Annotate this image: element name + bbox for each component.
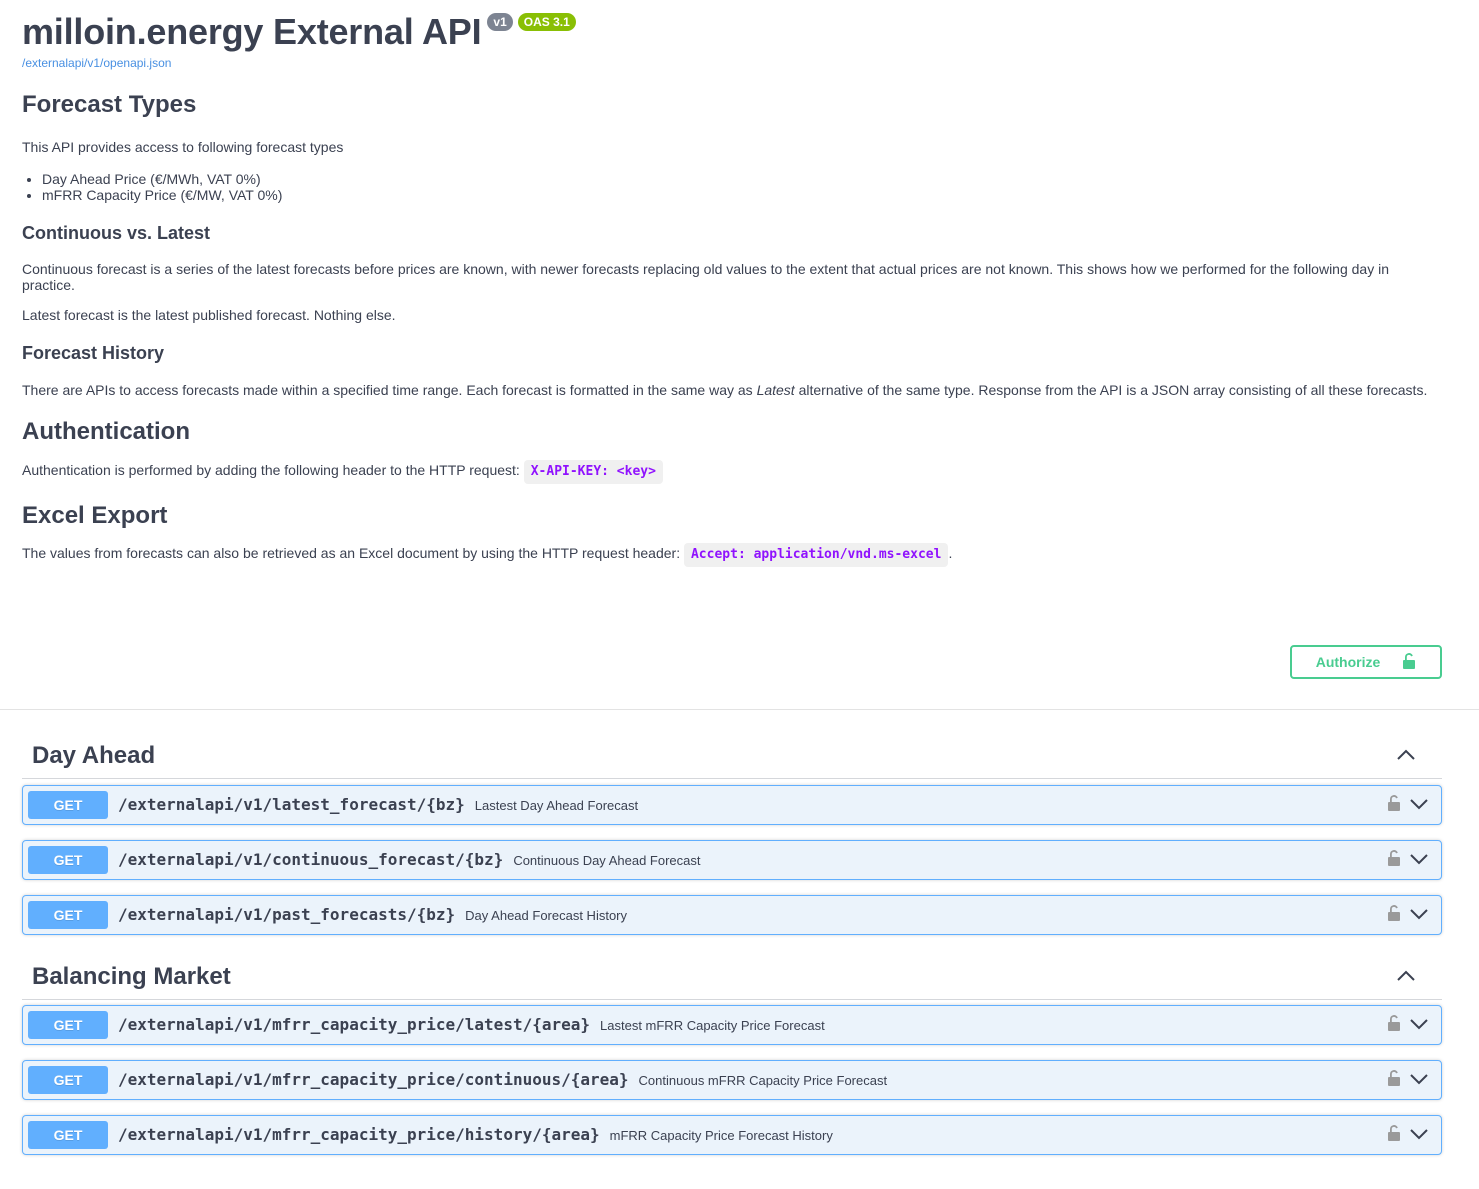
api-key-header-code: X-API-KEY: <key> xyxy=(523,460,663,484)
operation-summary: Day Ahead Forecast History xyxy=(465,908,628,923)
operation-summary: Continuous Day Ahead Forecast xyxy=(513,853,701,868)
method-badge: GET xyxy=(28,846,108,874)
operation-get-latest-forecast[interactable]: GET /externalapi/v1/latest_forecast/{bz}… xyxy=(22,785,1442,825)
forecast-types-heading: Forecast Types xyxy=(22,91,197,118)
chevron-up-icon[interactable] xyxy=(1396,968,1416,986)
page-title: milloin.energy External API xyxy=(22,11,482,52)
oas-badge: OAS 3.1 xyxy=(517,13,576,31)
path-text: /externalapi/v1/mfrr_capacity_price/late… xyxy=(118,1015,591,1034)
operation-get-mfrr-continuous[interactable]: GET /externalapi/v1/mfrr_capacity_price/… xyxy=(22,1060,1442,1100)
operation-get-continuous-forecast[interactable]: GET /externalapi/v1/continuous_forecast/… xyxy=(22,840,1442,880)
accept-header-code: Accept: application/vnd.ms-excel xyxy=(683,543,949,567)
operation-path: /externalapi/v1/mfrr_capacity_price/hist… xyxy=(118,1125,833,1144)
operation-summary: Continuous mFRR Capacity Price Forecast xyxy=(638,1073,888,1088)
lock-icon[interactable] xyxy=(1387,1069,1401,1092)
operation-summary: mFRR Capacity Price Forecast History xyxy=(609,1128,833,1143)
method-badge: GET xyxy=(28,791,108,819)
tag-title: Balancing Market xyxy=(32,963,231,990)
method-badge: GET xyxy=(28,1011,108,1039)
section-divider xyxy=(0,709,1479,710)
operation-path: /externalapi/v1/mfrr_capacity_price/late… xyxy=(118,1015,825,1034)
history-text-emphasis: Latest xyxy=(756,382,795,398)
chevron-down-icon[interactable] xyxy=(1409,1127,1429,1145)
list-item: Day Ahead Price (€/MWh, VAT 0%) xyxy=(42,171,282,187)
operation-path: /externalapi/v1/mfrr_capacity_price/cont… xyxy=(118,1070,887,1089)
operation-path: /externalapi/v1/past_forecasts/{bz} Day A… xyxy=(118,905,627,924)
continuous-heading: Continuous vs. Latest xyxy=(22,223,211,243)
forecast-types-list: Day Ahead Price (€/MWh, VAT 0%) mFRR Cap… xyxy=(42,171,282,203)
history-heading: Forecast History xyxy=(22,343,165,363)
latest-text: Latest forecast is the latest published … xyxy=(22,307,396,323)
tag-section-day-ahead[interactable]: Day Ahead xyxy=(22,733,1442,779)
operation-get-past-forecasts[interactable]: GET /externalapi/v1/past_forecasts/{bz} D… xyxy=(22,895,1442,935)
path-text: /externalapi/v1/continuous_forecast/{bz} xyxy=(118,850,504,869)
lock-icon[interactable] xyxy=(1387,1014,1401,1037)
unlock-icon xyxy=(1402,652,1416,673)
authentication-text: Authentication is performed by adding th… xyxy=(22,460,663,484)
lock-icon[interactable] xyxy=(1387,904,1401,927)
list-item: mFRR Capacity Price (€/MW, VAT 0%) xyxy=(42,187,282,203)
history-text-start: There are APIs to access forecasts made … xyxy=(22,382,757,398)
chevron-down-icon[interactable] xyxy=(1409,797,1429,815)
tag-title: Day Ahead xyxy=(32,742,156,769)
history-text: There are APIs to access forecasts made … xyxy=(22,382,1427,398)
lock-icon[interactable] xyxy=(1387,794,1401,817)
authorize-label: Authorize xyxy=(1315,654,1381,670)
chevron-down-icon[interactable] xyxy=(1409,1072,1429,1090)
excel-export-heading: Excel Export xyxy=(22,502,168,529)
forecast-types-intro: This API provides access to following fo… xyxy=(22,139,344,155)
lock-icon[interactable] xyxy=(1387,1124,1401,1147)
authentication-heading: Authentication xyxy=(22,418,190,445)
path-text: /externalapi/v1/latest_forecast/{bz} xyxy=(118,795,465,814)
operation-summary: Lastest Day Ahead Forecast xyxy=(474,798,639,813)
excel-export-description: The values from forecasts can also be re… xyxy=(22,545,681,561)
path-text: /externalapi/v1/mfrr_capacity_price/hist… xyxy=(118,1125,600,1144)
method-badge: GET xyxy=(28,901,108,929)
path-text: /externalapi/v1/past_forecasts/{bz} xyxy=(118,905,456,924)
chevron-down-icon[interactable] xyxy=(1409,852,1429,870)
excel-export-period: . xyxy=(948,545,953,561)
authentication-description: Authentication is performed by adding th… xyxy=(22,462,520,478)
method-badge: GET xyxy=(28,1066,108,1094)
method-badge: GET xyxy=(28,1121,108,1149)
title-row: milloin.energy External API v1 OAS 3.1 xyxy=(22,10,576,54)
history-text-end: alternative of the same type. Response f… xyxy=(794,382,1428,398)
chevron-down-icon[interactable] xyxy=(1409,1017,1429,1035)
chevron-up-icon[interactable] xyxy=(1396,747,1416,765)
operation-get-mfrr-history[interactable]: GET /externalapi/v1/mfrr_capacity_price/… xyxy=(22,1115,1442,1155)
operation-path: /externalapi/v1/continuous_forecast/{bz}… xyxy=(118,850,700,869)
operation-path: /externalapi/v1/latest_forecast/{bz} Last… xyxy=(118,795,638,814)
chevron-down-icon[interactable] xyxy=(1409,907,1429,925)
authorize-button[interactable]: Authorize xyxy=(1290,645,1442,679)
operation-summary: Lastest mFRR Capacity Price Forecast xyxy=(600,1018,825,1033)
tag-section-balancing-market[interactable]: Balancing Market xyxy=(22,954,1442,1000)
openapi-spec-link[interactable]: /externalapi/v1/openapi.json xyxy=(22,56,171,70)
lock-icon[interactable] xyxy=(1387,849,1401,872)
continuous-text: Continuous forecast is a series of the l… xyxy=(22,261,1390,293)
version-badge: v1 xyxy=(487,13,513,31)
path-text: /externalapi/v1/mfrr_capacity_price/cont… xyxy=(118,1070,629,1089)
excel-export-text: The values from forecasts can also be re… xyxy=(22,543,952,567)
operation-get-mfrr-latest[interactable]: GET /externalapi/v1/mfrr_capacity_price/… xyxy=(22,1005,1442,1045)
